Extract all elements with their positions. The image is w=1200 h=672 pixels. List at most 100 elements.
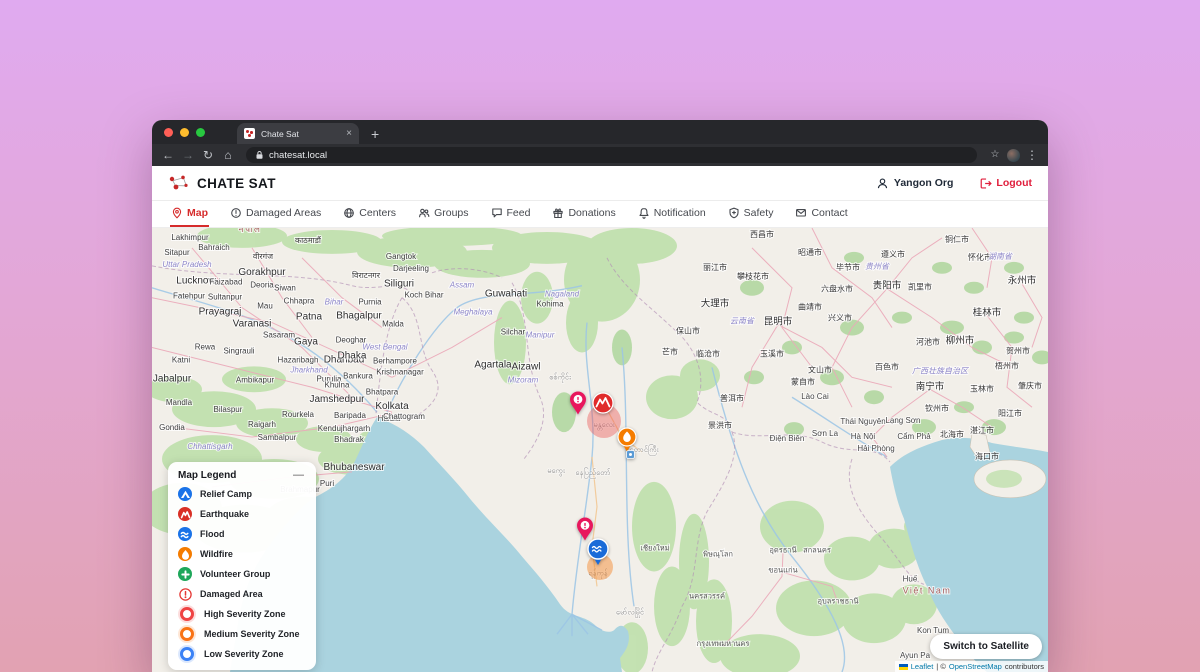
nav-tab-label: Safety: [744, 207, 774, 219]
browser-tab[interactable]: Chate Sat ×: [237, 123, 359, 144]
map-label: Sơn La: [812, 429, 839, 438]
legend-collapse-button[interactable]: —: [291, 470, 306, 481]
map-label: สกลนคร: [803, 546, 831, 555]
map-pin-icon: [171, 207, 183, 219]
map-label: Mandla: [166, 398, 193, 407]
tab-favicon-icon: [244, 128, 255, 139]
legend-item-volunteer-group: Volunteer Group: [178, 567, 306, 581]
map-label: 贺州市: [1006, 345, 1030, 355]
map-label: 南宁市: [916, 380, 944, 392]
map-label: 梧州市: [995, 360, 1019, 370]
reload-icon[interactable]: ↻: [200, 149, 216, 161]
severity-ring-icon: [180, 627, 194, 641]
new-tab-button[interactable]: +: [371, 127, 379, 141]
map-label: 永州市: [1008, 275, 1036, 287]
map-label: Jabalpur: [153, 373, 192, 384]
nav-tab-donations[interactable]: Donations: [551, 201, 616, 227]
map-label: 贵阳市: [873, 280, 901, 292]
map-label: Guwahati: [485, 289, 527, 300]
map-label: 广西壮族自治区: [912, 366, 969, 375]
org-menu[interactable]: Yangon Org: [876, 177, 954, 190]
nav-tab-feed[interactable]: Feed: [490, 201, 532, 227]
map-label: Berhampore: [373, 356, 418, 365]
map-label: Bilaspur: [214, 405, 243, 414]
map-label: Dhaka: [338, 350, 367, 361]
legend-item-flood: Flood: [178, 527, 306, 541]
nav-tab-label: Donations: [568, 207, 615, 219]
tent-icon: [178, 487, 192, 501]
map-label: Malda: [382, 320, 404, 329]
map-label: Bankura: [343, 371, 373, 380]
legend-title: Map Legend: [178, 470, 236, 481]
map-label: Nagaland: [545, 290, 580, 299]
flood-pin-marker[interactable]: [587, 538, 609, 566]
close-window-button[interactable]: [164, 128, 173, 137]
osm-link[interactable]: OpenStreetMap: [949, 662, 1002, 671]
map-label: Chhattisgarh: [187, 442, 233, 451]
map-label: Puri: [320, 479, 334, 488]
map-label: Krishnanagar: [376, 367, 424, 376]
profile-avatar[interactable]: [1007, 149, 1020, 162]
map-label: နေပြည်တော်: [575, 468, 610, 478]
nav-tab-label: Notification: [654, 207, 706, 219]
legend-item-label: Relief Camp: [200, 489, 252, 499]
map-label: Ayun Pa: [900, 651, 931, 660]
chat-icon: [491, 207, 503, 219]
map-label: विराटनगर: [352, 270, 381, 280]
tab-title: Chate Sat: [261, 129, 340, 139]
map-label: 芒市: [662, 346, 678, 356]
legend-item-label: Medium Severity Zone: [204, 629, 300, 639]
tab-close-icon[interactable]: ×: [346, 129, 352, 139]
shield-icon: [728, 207, 740, 219]
mini-camp-marker[interactable]: [626, 450, 635, 459]
menu-dots-icon[interactable]: ⋮: [1024, 149, 1040, 161]
map-label: Faizabad: [210, 278, 243, 287]
map-label: Prayagraj: [199, 307, 242, 318]
bookmark-star-icon[interactable]: ☆: [987, 150, 1003, 160]
map-label: မကွေး: [547, 466, 565, 476]
map-label: 六盘水市: [821, 284, 853, 294]
nav-tab-safety[interactable]: Safety: [727, 201, 775, 227]
map-label: Bhubaneswar: [323, 462, 385, 473]
minimize-window-button[interactable]: [180, 128, 189, 137]
map-label: Uttar Pradesh: [162, 260, 212, 269]
logout-button[interactable]: Logout: [979, 177, 1032, 190]
leaflet-link[interactable]: Leaflet: [911, 662, 934, 671]
maximize-window-button[interactable]: [196, 128, 205, 137]
back-icon[interactable]: ←: [160, 149, 176, 161]
app-header: CHATE SAT Yangon Org Logout: [152, 166, 1048, 201]
map-label: 北海市: [940, 429, 964, 439]
map-label: Bhadrak: [334, 435, 364, 444]
ukraine-flag-icon: [899, 664, 908, 670]
switch-to-satellite-button[interactable]: Switch to Satellite: [930, 634, 1042, 659]
nav-tab-map[interactable]: Map: [170, 201, 209, 227]
map-label: Rewa: [195, 342, 216, 351]
map-label: Lạng Sơn: [885, 416, 920, 425]
map-label: Koch Bihar: [404, 291, 443, 300]
map-label: Rourkela: [282, 410, 315, 419]
earthquake-marker[interactable]: [592, 392, 614, 414]
damaged-pin-marker[interactable]: [569, 391, 587, 415]
legend-item-label: Damaged Area: [200, 589, 263, 599]
map-label: Huế: [903, 574, 918, 583]
map-label: Ambikapur: [236, 375, 275, 384]
map-label: อุบลราชธานี: [817, 596, 858, 605]
map-label: Deoria: [250, 281, 274, 290]
home-icon[interactable]: ⌂: [220, 149, 236, 161]
legend-item-wildfire: Wildfire: [178, 547, 306, 561]
address-bar[interactable]: chatesat.local: [246, 147, 977, 163]
map-label: Meghalaya: [453, 308, 493, 317]
nav-tab-damaged-areas[interactable]: Damaged Areas: [229, 201, 322, 227]
map-label: 玉溪市: [760, 348, 784, 358]
nav-tab-centers[interactable]: Centers: [342, 201, 397, 227]
nav-tab-groups[interactable]: Groups: [417, 201, 469, 227]
nav-tab-contact[interactable]: Contact: [794, 201, 848, 227]
map-label: 普洱市: [720, 393, 744, 403]
map-label: 凯里市: [908, 282, 932, 292]
forward-icon[interactable]: →: [180, 149, 196, 161]
url-text: chatesat.local: [269, 150, 327, 161]
fire-icon: [178, 547, 192, 561]
legend-item-label: Low Severity Zone: [204, 649, 284, 659]
nav-tab-notification[interactable]: Notification: [637, 201, 707, 227]
map-label: อุดรธานี: [769, 546, 796, 555]
